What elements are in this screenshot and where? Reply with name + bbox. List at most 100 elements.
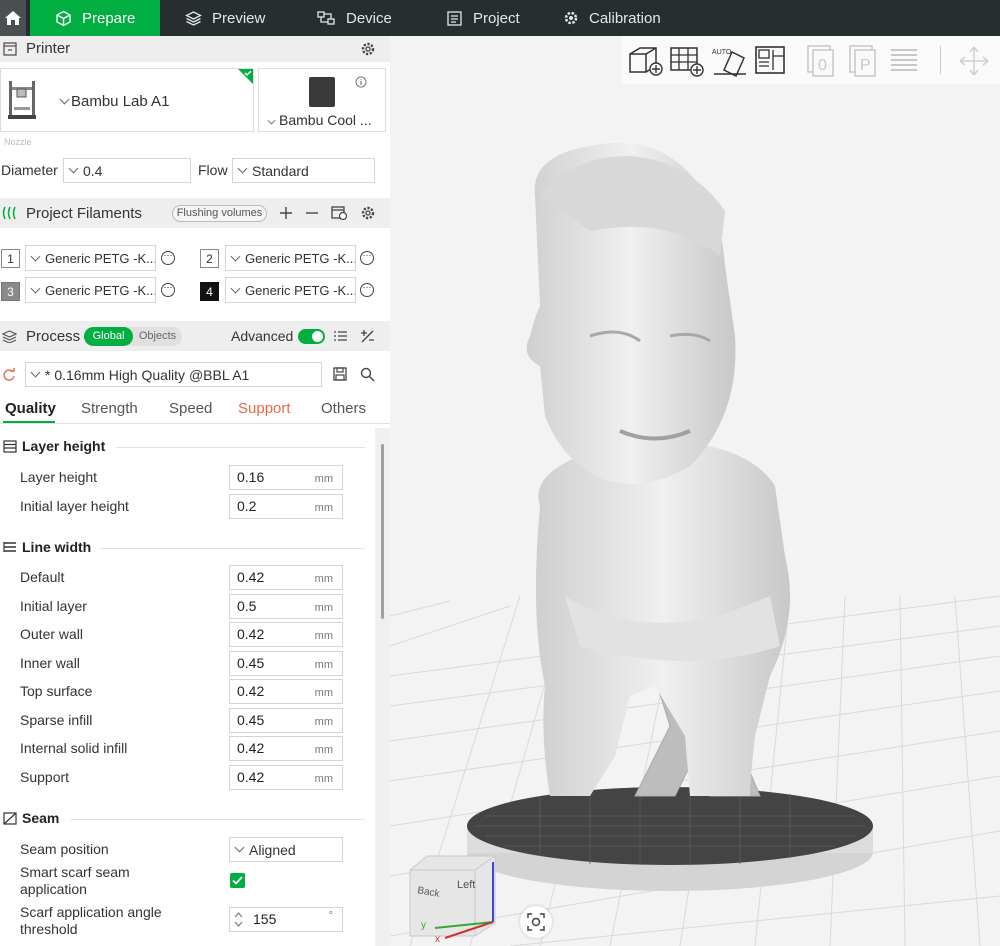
printer-card[interactable]: Bambu Lab A1: [0, 68, 254, 132]
move-arrows-icon[interactable]: [956, 44, 992, 78]
filament-3-swatch[interactable]: 3: [1, 282, 20, 301]
filament-1-swatch[interactable]: 1: [1, 249, 20, 268]
chevron-down-icon: [30, 367, 41, 378]
tab-speed[interactable]: Speed: [169, 400, 212, 417]
support-line-width-value: 0.42: [237, 769, 265, 785]
add-cube-icon[interactable]: [626, 44, 664, 78]
filament-3-dropdown[interactable]: Generic PETG -K...: [25, 277, 156, 303]
toggle-objects[interactable]: Objects: [133, 327, 182, 346]
tab-preview-label: Preview: [212, 9, 266, 27]
inner-wall-input[interactable]: 0.45 mm: [229, 651, 343, 676]
compare-percent-icon[interactable]: [360, 329, 375, 344]
flow-dropdown[interactable]: Standard: [232, 158, 375, 183]
printer-section-title: Printer: [26, 40, 71, 57]
printer-settings-gear-icon[interactable]: [360, 41, 376, 57]
layer-height-group-label: Layer height: [22, 438, 106, 454]
settings-scrollbar-track[interactable]: [375, 428, 390, 946]
tab-support[interactable]: Support: [238, 400, 291, 417]
support-line-width-input[interactable]: 0.42 mm: [229, 765, 343, 790]
flow-label: Flow: [198, 162, 228, 178]
filament-1-dropdown[interactable]: Generic PETG -K...: [25, 245, 156, 271]
flow-value: Standard: [252, 162, 309, 179]
fit-view-button[interactable]: [520, 906, 552, 938]
filament-2-swatch[interactable]: 2: [200, 249, 219, 268]
top-surface-input[interactable]: 0.42 mm: [229, 679, 343, 704]
default-line-width-input[interactable]: 0.42 mm: [229, 565, 343, 590]
filament-settings-gear-icon[interactable]: [360, 205, 376, 221]
tab-others[interactable]: Others: [321, 400, 366, 417]
tab-device[interactable]: Device: [317, 0, 392, 36]
advanced-label: Advanced: [231, 328, 294, 344]
filament-sync-icon[interactable]: [331, 205, 348, 221]
info-icon[interactable]: [355, 76, 367, 88]
default-line-width-value: 0.42: [237, 569, 265, 585]
internal-solid-infill-input[interactable]: 0.42 mm: [229, 736, 343, 761]
seam-position-value: Aligned: [249, 841, 296, 858]
tab-project-label: Project: [473, 9, 520, 27]
printer-section-header: Printer: [0, 36, 390, 62]
nav-cube-y-label: y: [421, 920, 426, 931]
plate-p-icon[interactable]: P: [846, 44, 880, 78]
filament-3-more-icon[interactable]: ···: [161, 283, 175, 297]
arrange-layout-icon[interactable]: [753, 44, 787, 78]
add-plate-icon[interactable]: [669, 44, 705, 78]
unit-mm: mm: [314, 716, 333, 728]
reset-preset-icon[interactable]: [2, 368, 16, 382]
home-button[interactable]: [0, 0, 26, 36]
filament-4-more-icon[interactable]: ···: [360, 283, 374, 297]
plate-thumbnail: [309, 77, 335, 107]
line-width-group-title: Line width: [3, 539, 91, 555]
outer-wall-input[interactable]: 0.42 mm: [229, 622, 343, 647]
filament-2-dropdown[interactable]: Generic PETG -K...: [225, 245, 356, 271]
3d-viewport[interactable]: X AUTO 0 P Back Left y x: [390, 36, 1000, 946]
tab-preview[interactable]: Preview: [185, 0, 265, 36]
list-view-icon[interactable]: [333, 330, 348, 342]
remove-filament-icon[interactable]: [305, 206, 319, 220]
filament-4-number: 4: [206, 284, 213, 299]
layers-icon: [185, 10, 202, 26]
initial-layer-line-width-input[interactable]: 0.5 mm: [229, 594, 343, 619]
filament-4-name: Generic PETG -K...: [245, 282, 356, 298]
layer-height-input[interactable]: 0.16 mm: [229, 465, 343, 490]
scarf-angle-spinbox[interactable]: 155 °: [229, 907, 343, 932]
global-objects-toggle[interactable]: Global Objects: [84, 327, 182, 346]
layers-stack-icon[interactable]: [888, 44, 920, 78]
unit-mm: mm: [314, 659, 333, 671]
search-icon[interactable]: [360, 367, 375, 382]
tab-prepare[interactable]: Prepare: [30, 0, 160, 36]
save-preset-icon[interactable]: [333, 367, 347, 381]
filament-4-dropdown[interactable]: Generic PETG -K...: [225, 277, 356, 303]
advanced-toggle-switch[interactable]: [298, 329, 325, 344]
flushing-volumes-button[interactable]: Flushing volumes: [172, 205, 267, 222]
process-preset-name: * 0.16mm High Quality @BBL A1: [45, 366, 250, 383]
unit-mm: mm: [314, 473, 333, 485]
settings-scrollbar-thumb[interactable]: [381, 444, 384, 619]
unit-mm: mm: [314, 630, 333, 642]
smart-scarf-checkbox[interactable]: [230, 873, 245, 888]
spin-arrows-icon[interactable]: [234, 911, 243, 928]
focus-target-icon: [527, 913, 545, 931]
auto-orient-icon[interactable]: AUTO: [710, 44, 748, 78]
filament-4-swatch[interactable]: 4: [200, 282, 219, 301]
unit-mm: mm: [314, 687, 333, 699]
filament-2-more-icon[interactable]: ···: [360, 251, 374, 265]
tab-project[interactable]: Project: [446, 0, 520, 36]
outer-wall-label: Outer wall: [20, 626, 84, 642]
tab-strength[interactable]: Strength: [81, 400, 138, 417]
diameter-dropdown[interactable]: 0.4: [63, 158, 191, 183]
plate-zero-icon[interactable]: 0: [804, 44, 838, 78]
settings-panel: Printer Bambu Lab A1 Bambu Cool ... Nozz…: [0, 36, 390, 946]
scarf-angle-label-line1: Scarf application angle: [20, 904, 162, 920]
filament-1-more-icon[interactable]: ···: [161, 251, 175, 265]
seam-position-dropdown[interactable]: Aligned: [229, 837, 343, 862]
navigation-cube[interactable]: Back Left y x: [405, 848, 505, 943]
process-preset-dropdown[interactable]: * 0.16mm High Quality @BBL A1: [25, 362, 322, 387]
sparse-infill-input[interactable]: 0.45 mm: [229, 708, 343, 733]
calibration-icon: [564, 11, 578, 25]
plate-card[interactable]: Bambu Cool ...: [258, 68, 386, 132]
add-filament-icon[interactable]: [279, 206, 293, 220]
initial-layer-height-input[interactable]: 0.2 mm: [229, 494, 343, 519]
tab-calibration[interactable]: Calibration: [563, 0, 661, 36]
toggle-global[interactable]: Global: [84, 327, 133, 346]
tab-quality[interactable]: Quality: [5, 400, 56, 417]
